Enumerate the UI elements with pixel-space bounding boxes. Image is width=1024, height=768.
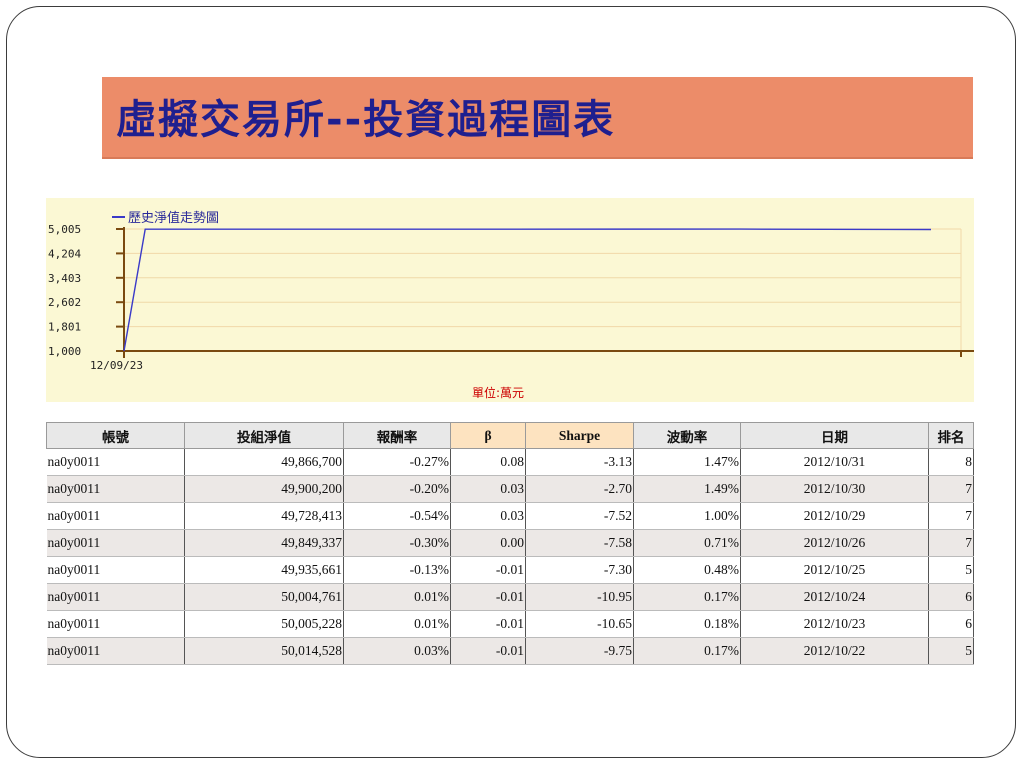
cell-sharpe: -3.13: [525, 448, 634, 476]
cell-account: na0y0011: [46, 637, 185, 665]
cell-nav: 50,004,761: [184, 583, 344, 611]
table-body: na0y0011 49,866,700 -0.27% 0.08 -3.13 1.47% 20…: [46, 448, 974, 665]
cell-beta: -0.01: [450, 556, 526, 584]
cell-return: 0.03%: [343, 637, 451, 665]
table-row: na0y0011 50,004,761 0.01% -0.01 -10.95 0.17% 2…: [46, 583, 974, 611]
cell-beta: 0.03: [450, 502, 526, 530]
cell-return: -0.27%: [343, 448, 451, 476]
cell-rank: 7: [928, 475, 974, 503]
table-row: na0y0011 50,014,528 0.03% -0.01 -9.75 0.17% 20…: [46, 637, 974, 665]
cell-beta: 0.03: [450, 475, 526, 503]
cell-sharpe: -9.75: [525, 637, 634, 665]
table-row: na0y0011 49,866,700 -0.27% 0.08 -3.13 1.47% 20…: [46, 448, 974, 476]
cell-beta: -0.01: [450, 610, 526, 638]
cell-account: na0y0011: [46, 448, 185, 476]
table-row: na0y0011 50,005,228 0.01% -0.01 -10.65 0.18% 2…: [46, 610, 974, 638]
cell-nav: 49,935,661: [184, 556, 344, 584]
y-tick-label: 1,801: [48, 321, 81, 334]
cell-nav: 49,900,200: [184, 475, 344, 503]
y-tick-label: 4,204: [48, 247, 81, 260]
x-tick-label: 12/09/23: [90, 359, 143, 372]
cell-beta: 0.00: [450, 529, 526, 557]
y-tick-label: 3,403: [48, 272, 81, 285]
cell-volatility: 0.17%: [633, 583, 741, 611]
cell-return: -0.30%: [343, 529, 451, 557]
col-header-rank[interactable]: 排名: [928, 422, 974, 449]
nav-history-chart: 5,005 4,204 3,403 2,602 1,801 1,000 12/09/23 歷史…: [46, 198, 974, 402]
cell-return: -0.54%: [343, 502, 451, 530]
cell-date: 2012/10/30: [740, 475, 929, 503]
col-header-return[interactable]: 報酬率: [343, 422, 451, 449]
table-row: na0y0011 49,935,661 -0.13% -0.01 -7.30 0.48% 2…: [46, 556, 974, 584]
cell-date: 2012/10/24: [740, 583, 929, 611]
cell-account: na0y0011: [46, 583, 185, 611]
cell-volatility: 1.49%: [633, 475, 741, 503]
cell-rank: 7: [928, 502, 974, 530]
cell-return: -0.13%: [343, 556, 451, 584]
cell-beta: 0.08: [450, 448, 526, 476]
title-banner: 虛擬交易所--投資過程圖表: [102, 77, 973, 159]
cell-return: -0.20%: [343, 475, 451, 503]
col-header-date[interactable]: 日期: [740, 422, 929, 449]
table-row: na0y0011 49,728,413 -0.54% 0.03 -7.52 1.00% 20…: [46, 502, 974, 530]
cell-return: 0.01%: [343, 610, 451, 638]
unit-label: 單位:萬元: [472, 386, 525, 400]
col-header-sharpe[interactable]: Sharpe: [525, 422, 634, 449]
table-row: na0y0011 49,900,200 -0.20% 0.03 -2.70 1.49% 20…: [46, 475, 974, 503]
cell-volatility: 0.48%: [633, 556, 741, 584]
cell-nav: 50,014,528: [184, 637, 344, 665]
cell-nav: 49,849,337: [184, 529, 344, 557]
col-header-nav[interactable]: 投組淨值: [184, 422, 344, 449]
cell-account: na0y0011: [46, 502, 185, 530]
cell-sharpe: -7.52: [525, 502, 634, 530]
cell-beta: -0.01: [450, 637, 526, 665]
cell-rank: 5: [928, 637, 974, 665]
cell-volatility: 0.17%: [633, 637, 741, 665]
slide-title: 虛擬交易所--投資過程圖表: [116, 97, 616, 143]
cell-sharpe: -10.65: [525, 610, 634, 638]
cell-rank: 5: [928, 556, 974, 584]
nav-series-line: [123, 228, 932, 352]
cell-account: na0y0011: [46, 556, 185, 584]
cell-volatility: 0.18%: [633, 610, 741, 638]
legend-label: 歷史淨值走勢圖: [128, 210, 219, 226]
cell-account: na0y0011: [46, 475, 185, 503]
cell-nav: 49,866,700: [184, 448, 344, 476]
table-row: na0y0011 49,849,337 -0.30% 0.00 -7.58 0.71% 20…: [46, 529, 974, 557]
y-tick-label: 2,602: [48, 296, 81, 309]
col-header-beta[interactable]: β: [450, 422, 526, 449]
cell-date: 2012/10/26: [740, 529, 929, 557]
cell-rank: 7: [928, 529, 974, 557]
cell-return: 0.01%: [343, 583, 451, 611]
y-tick-label: 5,005: [48, 223, 81, 236]
cell-rank: 6: [928, 583, 974, 611]
cell-volatility: 1.00%: [633, 502, 741, 530]
line-chart-svg: 5,005 4,204 3,403 2,602 1,801 1,000 12/09/23 歷史…: [48, 210, 974, 372]
cell-sharpe: -2.70: [525, 475, 634, 503]
cell-date: 2012/10/31: [740, 448, 929, 476]
col-header-volatility[interactable]: 波動率: [633, 422, 741, 449]
cell-volatility: 1.47%: [633, 448, 741, 476]
cell-beta: -0.01: [450, 583, 526, 611]
cell-nav: 50,005,228: [184, 610, 344, 638]
cell-rank: 8: [928, 448, 974, 476]
cell-account: na0y0011: [46, 610, 185, 638]
cell-account: na0y0011: [46, 529, 185, 557]
cell-sharpe: -7.58: [525, 529, 634, 557]
cell-volatility: 0.71%: [633, 529, 741, 557]
cell-date: 2012/10/22: [740, 637, 929, 665]
portfolio-history-table: 帳號 投組淨值 報酬率 β Sharpe 波動率 日期 排名 na0y0011 4…: [46, 422, 974, 665]
col-header-account[interactable]: 帳號: [46, 422, 185, 449]
cell-nav: 49,728,413: [184, 502, 344, 530]
cell-date: 2012/10/25: [740, 556, 929, 584]
cell-date: 2012/10/23: [740, 610, 929, 638]
cell-sharpe: -10.95: [525, 583, 634, 611]
cell-date: 2012/10/29: [740, 502, 929, 530]
y-tick-label: 1,000: [48, 345, 81, 358]
table-header-row: 帳號 投組淨值 報酬率 β Sharpe 波動率 日期 排名: [46, 422, 974, 449]
cell-rank: 6: [928, 610, 974, 638]
cell-sharpe: -7.30: [525, 556, 634, 584]
